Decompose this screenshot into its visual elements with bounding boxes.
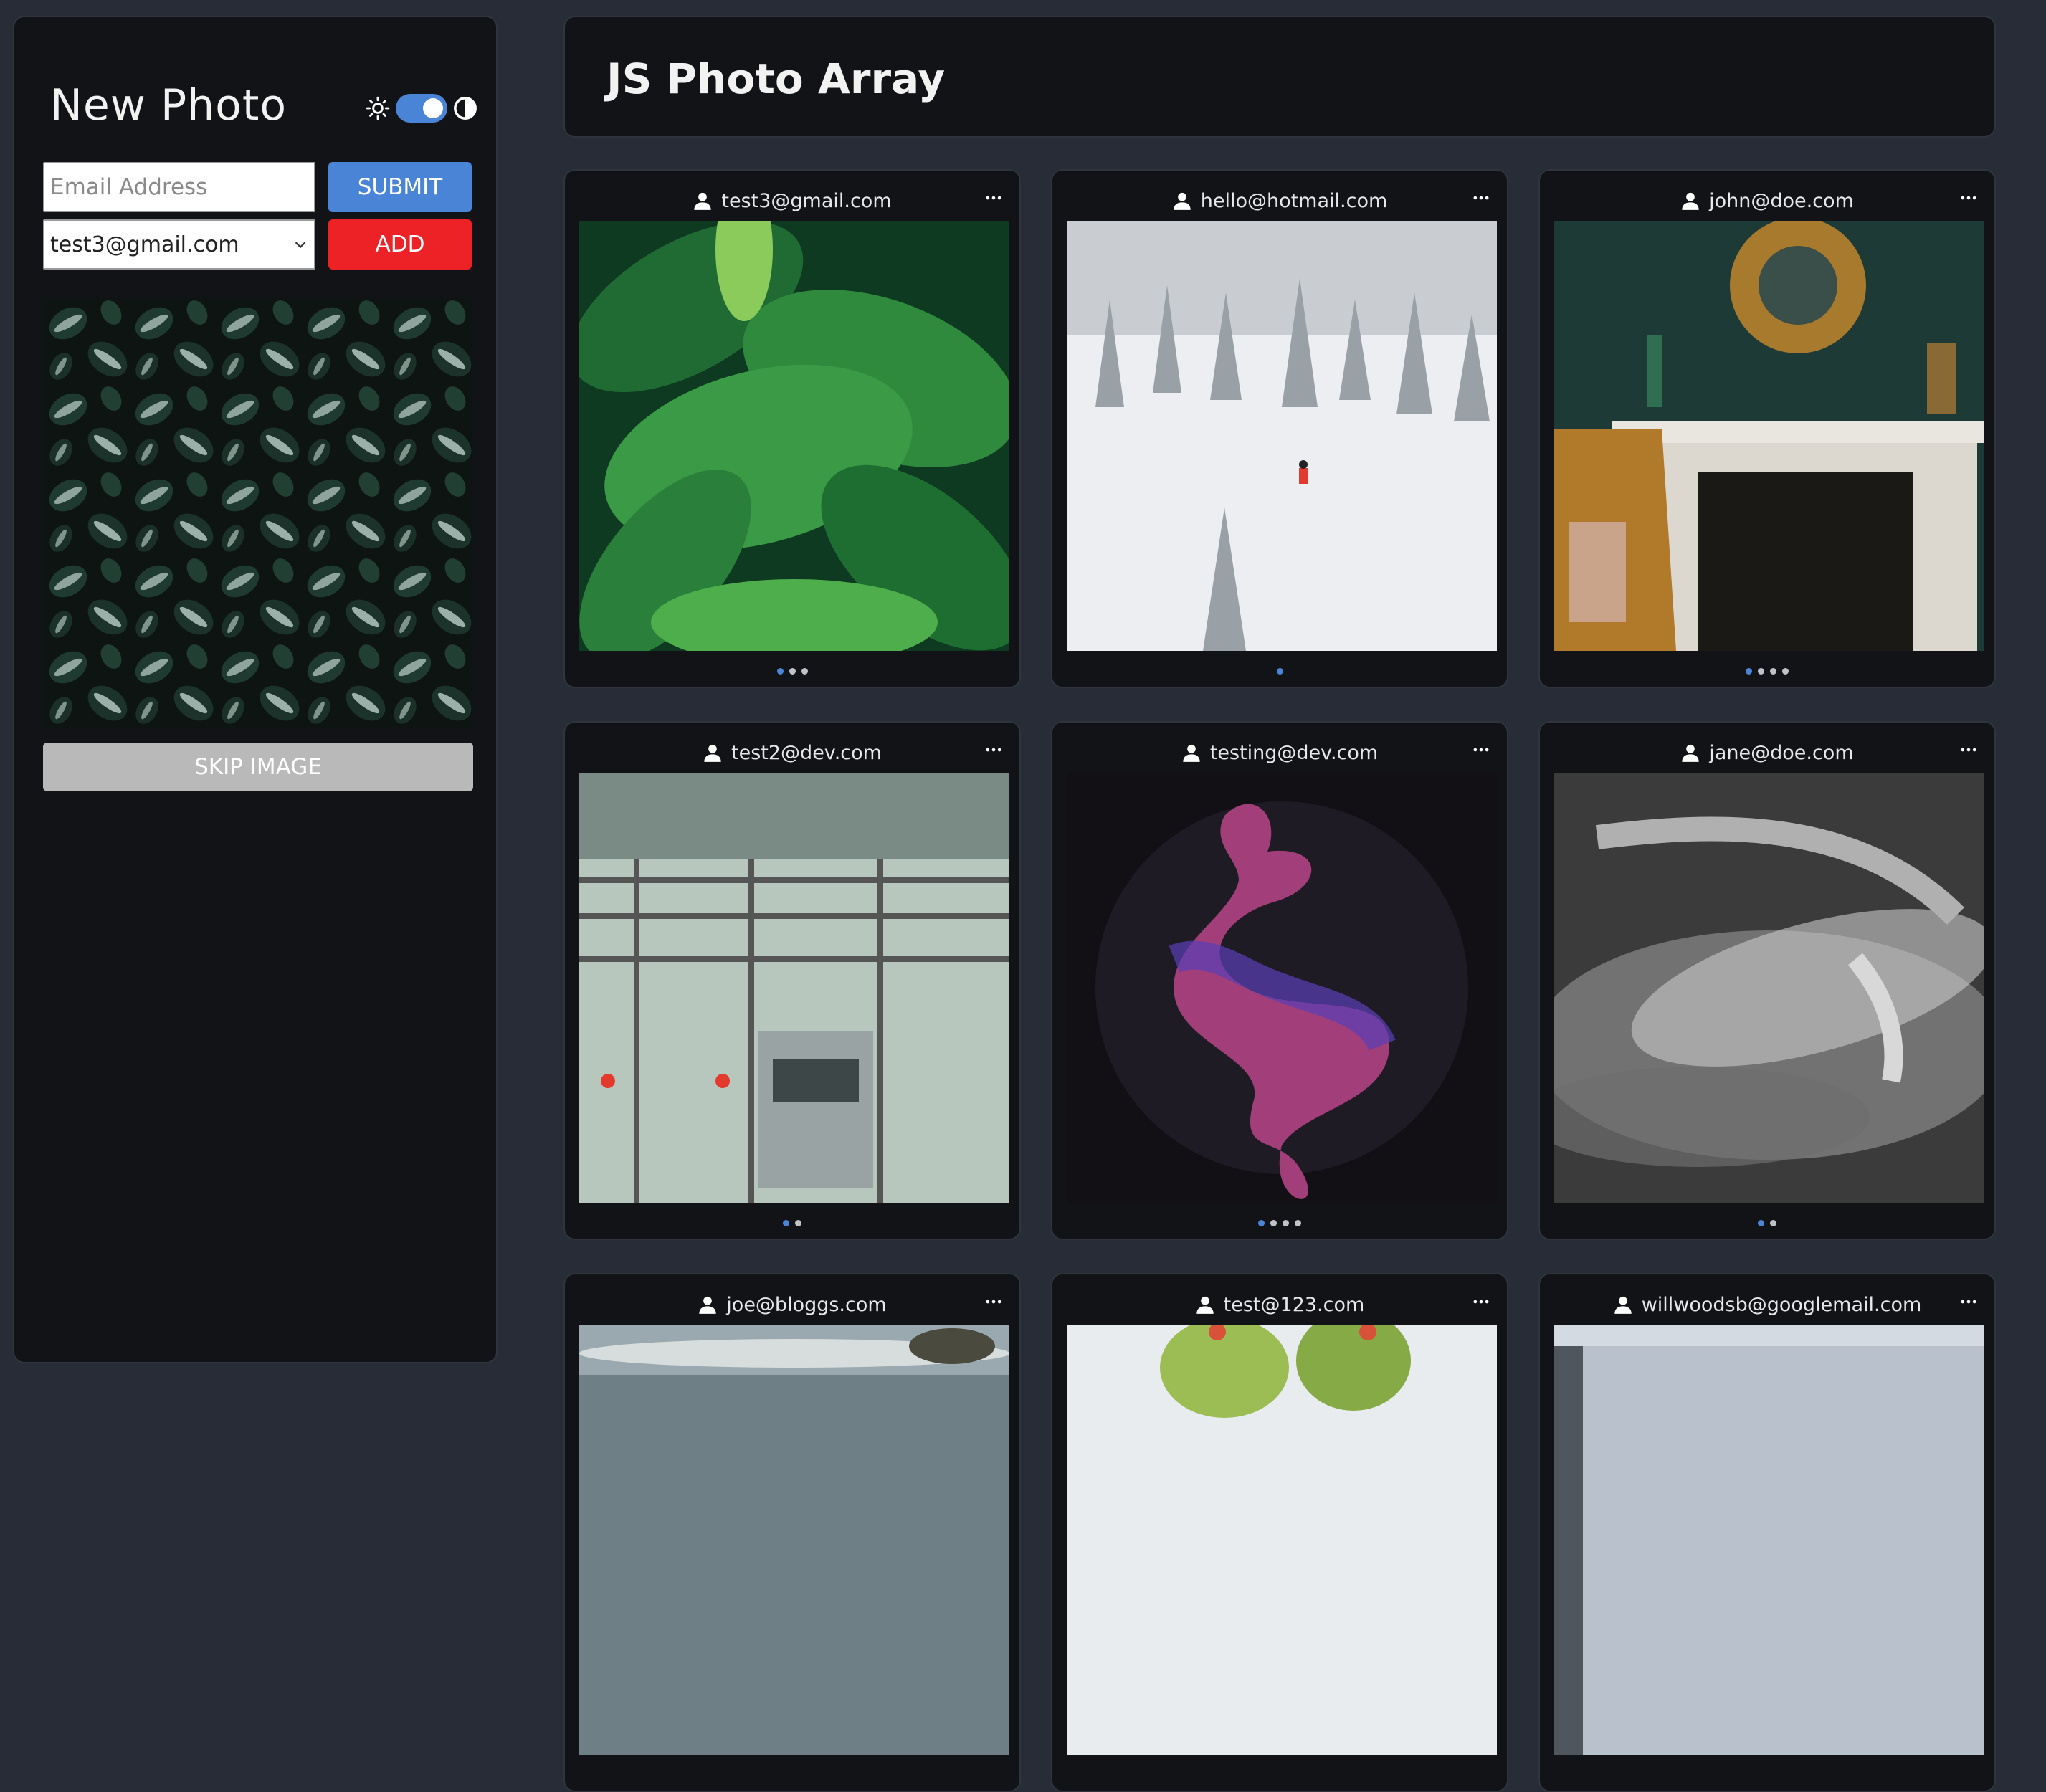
carousel-dots — [1052, 1220, 1507, 1229]
carousel-dot[interactable] — [1758, 1220, 1764, 1226]
photo-card: test3@gmail.com — [563, 169, 1021, 688]
card-photo[interactable] — [579, 221, 1009, 651]
user-icon — [1682, 744, 1700, 762]
card-header: test2@dev.com — [565, 738, 1019, 767]
card-email: john@doe.com — [1709, 189, 1854, 212]
card-photo[interactable] — [1554, 1325, 1984, 1755]
carousel-dots — [1540, 668, 1994, 677]
more-options-icon[interactable] — [984, 740, 1004, 760]
contrast-icon — [454, 97, 477, 120]
carousel-dot[interactable] — [1270, 1220, 1277, 1226]
carousel-dot[interactable] — [789, 668, 796, 675]
page-header: JS Photo Array — [563, 16, 1996, 138]
user-icon — [704, 744, 721, 762]
email-input[interactable] — [43, 162, 315, 212]
email-select[interactable]: test3@gmail.com — [43, 219, 315, 270]
carousel-dot[interactable] — [776, 668, 784, 675]
carousel-dot[interactable] — [1782, 668, 1789, 675]
card-header: testing@dev.com — [1052, 738, 1507, 767]
dark-mode-switch[interactable] — [396, 94, 447, 123]
photo-card: testing@dev.com — [1051, 721, 1508, 1240]
user-icon — [699, 1296, 716, 1314]
user-icon — [1183, 744, 1200, 762]
submit-button[interactable]: SUBMIT — [328, 162, 472, 212]
carousel-dot[interactable] — [1283, 1220, 1289, 1226]
photo-card: hello@hotmail.com — [1051, 169, 1508, 688]
card-email: testing@dev.com — [1209, 741, 1379, 764]
user-icon — [1614, 1296, 1632, 1314]
theme-toggle[interactable] — [366, 93, 477, 123]
carousel-dots — [565, 668, 1019, 677]
page-title: JS Photo Array — [606, 54, 946, 103]
carousel-dots — [1052, 668, 1507, 677]
photo-card: john@doe.com — [1538, 169, 1996, 688]
card-email: hello@hotmail.com — [1200, 189, 1388, 212]
user-icon — [694, 192, 712, 210]
card-email: test@123.com — [1223, 1293, 1365, 1316]
more-options-icon[interactable] — [1471, 188, 1491, 208]
card-header: test3@gmail.com — [565, 186, 1019, 215]
card-header: joe@bloggs.com — [565, 1290, 1019, 1319]
carousel-dot[interactable] — [1258, 1220, 1265, 1226]
carousel-dot[interactable] — [783, 1220, 789, 1226]
carousel-dots — [1540, 1220, 1994, 1229]
card-photo[interactable] — [579, 1325, 1009, 1755]
card-email: willwoodsb@googlemail.com — [1641, 1293, 1922, 1316]
card-email: test3@gmail.com — [721, 189, 892, 212]
carousel-dots — [565, 1220, 1019, 1229]
user-icon — [1682, 192, 1699, 210]
card-photo[interactable] — [1067, 773, 1497, 1203]
photo-card: test@123.com — [1051, 1273, 1508, 1792]
carousel-dot[interactable] — [1758, 668, 1764, 675]
card-email: jane@doe.com — [1709, 741, 1854, 764]
more-options-icon[interactable] — [1471, 740, 1491, 760]
more-options-icon[interactable] — [1959, 1292, 1979, 1312]
carousel-dot[interactable] — [1276, 668, 1283, 675]
photo-card: test2@dev.com — [563, 721, 1021, 1240]
photo-card: jane@doe.com — [1538, 721, 1996, 1240]
carousel-dot[interactable] — [801, 668, 808, 675]
carousel-dot[interactable] — [1770, 1220, 1776, 1226]
more-options-icon[interactable] — [1959, 740, 1979, 760]
preview-photo — [43, 298, 473, 728]
carousel-dot[interactable] — [1770, 668, 1776, 675]
more-options-icon[interactable] — [984, 1292, 1004, 1312]
carousel-dot[interactable] — [1295, 1220, 1301, 1226]
add-button[interactable]: ADD — [328, 219, 472, 270]
panel-title: New Photo — [50, 80, 287, 130]
new-photo-panel: New Photo SUBMIT test3@gmail.com ADD — [13, 16, 498, 1363]
selected-email: test3@gmail.com — [50, 232, 239, 257]
card-header: test@123.com — [1052, 1290, 1507, 1319]
card-photo[interactable] — [1554, 773, 1984, 1203]
card-photo[interactable] — [1067, 221, 1497, 651]
card-header: john@doe.com — [1540, 186, 1994, 215]
card-email: joe@bloggs.com — [726, 1293, 887, 1316]
card-header: hello@hotmail.com — [1052, 186, 1507, 215]
card-photo[interactable] — [1067, 1325, 1497, 1755]
card-photo[interactable] — [579, 773, 1009, 1203]
more-options-icon[interactable] — [1471, 1292, 1491, 1312]
card-header: willwoodsb@googlemail.com — [1540, 1290, 1994, 1319]
user-icon — [1196, 1296, 1214, 1314]
carousel-dot[interactable] — [1746, 668, 1752, 675]
user-icon — [1174, 192, 1191, 210]
chevron-down-icon — [295, 242, 306, 249]
sun-icon — [366, 96, 390, 120]
skip-image-button[interactable]: SKIP IMAGE — [43, 743, 473, 791]
card-email: test2@dev.com — [731, 741, 882, 764]
carousel-dot[interactable] — [795, 1220, 801, 1226]
more-options-icon[interactable] — [1959, 188, 1979, 208]
more-options-icon[interactable] — [984, 188, 1004, 208]
card-header: jane@doe.com — [1540, 738, 1994, 767]
card-photo[interactable] — [1554, 221, 1984, 651]
photo-card: willwoodsb@googlemail.com — [1538, 1273, 1996, 1792]
photo-card: joe@bloggs.com — [563, 1273, 1021, 1792]
switch-knob — [423, 98, 443, 118]
